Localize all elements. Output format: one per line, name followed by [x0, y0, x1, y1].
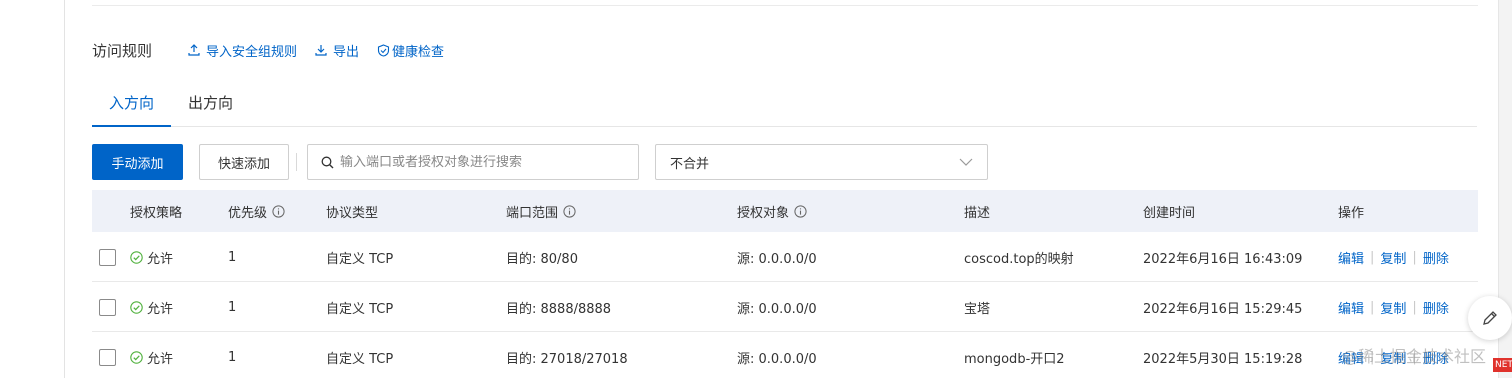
export-link[interactable]: 导出	[315, 41, 359, 60]
header-priority-label: 优先级	[228, 205, 268, 221]
header-target-label: 授权对象	[737, 205, 790, 221]
created-cell: 2022年6月16日 16:43:09	[1143, 251, 1303, 267]
rules-table: 授权策略 优先级 协议类型 端口范围 授权对象 描述 创建时间 操作 允许 1 …	[92, 190, 1478, 378]
port-cell: 目的: 8888/8888	[506, 301, 612, 317]
policy-text: 允许	[147, 351, 174, 367]
row-checkbox[interactable]	[99, 348, 116, 366]
import-rules-label: 导入安全组规则	[206, 44, 298, 60]
header-target: 授权对象	[737, 202, 807, 221]
header-protocol-label: 协议类型	[326, 205, 379, 221]
header-policy-label: 授权策略	[130, 205, 183, 221]
target-cell: 源: 0.0.0.0/0	[737, 301, 817, 317]
health-check-link[interactable]: 健康检查	[377, 41, 444, 60]
protocol-cell: 自定义 TCP	[326, 301, 394, 317]
merge-select[interactable]: 不合并	[655, 144, 988, 180]
protocol-cell: 自定义 TCP	[326, 251, 394, 267]
policy-text: 允许	[147, 301, 174, 317]
search-box[interactable]	[307, 144, 639, 180]
header-ops: 操作	[1338, 202, 1364, 221]
ops-cell: 编辑 | 复制 | 删除	[1338, 282, 1449, 332]
policy-cell: 允许	[130, 282, 173, 332]
edit-link[interactable]: 编辑	[1338, 298, 1364, 317]
header-port-label: 端口范围	[506, 205, 559, 221]
toolbar: 手动添加 快速添加 不合并	[92, 144, 988, 180]
ops-separator: |	[1370, 299, 1375, 315]
net-badge: NET	[1493, 358, 1512, 372]
created-cell: 2022年6月16日 15:29:45	[1143, 301, 1303, 317]
header-created-label: 创建时间	[1143, 205, 1196, 221]
chevron-down-icon	[959, 158, 973, 166]
header-created: 创建时间	[1143, 202, 1195, 221]
header-priority: 优先级	[228, 202, 285, 221]
ops-separator: |	[1412, 299, 1417, 315]
row-checkbox[interactable]	[99, 248, 116, 266]
shield-check-icon	[377, 43, 390, 57]
priority-cell: 1	[228, 249, 237, 265]
import-rules-link[interactable]: 导入安全组规则	[188, 41, 297, 60]
header-desc-label: 描述	[964, 205, 991, 221]
copy-link[interactable]: 复制	[1380, 298, 1406, 317]
floating-edit-button[interactable]	[1468, 296, 1512, 340]
priority-cell: 1	[228, 299, 237, 315]
header-ops-label: 操作	[1338, 205, 1365, 221]
health-check-label: 健康检查	[392, 44, 445, 60]
protocol-cell: 自定义 TCP	[326, 351, 394, 367]
ops-cell: 编辑 | 复制 | 删除	[1338, 232, 1449, 282]
ops-separator: |	[1370, 249, 1375, 265]
header-port: 端口范围	[506, 202, 576, 221]
manual-add-button[interactable]: 手动添加	[92, 144, 183, 180]
port-cell: 目的: 80/80	[506, 251, 578, 267]
tab-inbound[interactable]: 入方向	[92, 84, 172, 127]
section-header: 访问规则 导入安全组规则 导出 健康检查	[92, 38, 462, 62]
delete-link[interactable]: 删除	[1423, 298, 1449, 317]
desc-cell: mongodb-开口2	[964, 351, 1065, 367]
priority-cell: 1	[228, 349, 237, 365]
header-desc: 描述	[964, 202, 990, 221]
search-icon	[321, 156, 334, 168]
target-cell: 源: 0.0.0.0/0	[737, 251, 817, 267]
quick-add-button[interactable]: 快速添加	[199, 144, 289, 180]
download-icon	[315, 45, 327, 56]
created-cell: 2022年5月30日 15:19:28	[1143, 351, 1303, 367]
policy-cell: 允许	[130, 332, 173, 378]
page: 访问规则 导入安全组规则 导出 健康检查 入方向 出方向 手动添加 快速添加 不…	[0, 0, 1512, 378]
table-header: 授权策略 优先级 协议类型 端口范围 授权对象 描述 创建时间 操作	[92, 190, 1478, 232]
tab-outbound[interactable]: 出方向	[171, 84, 250, 126]
info-icon[interactable]	[563, 204, 576, 218]
policy-cell: 允许	[130, 232, 173, 282]
table-row: 允许 1 自定义 TCP 目的: 80/80 源: 0.0.0.0/0 cosc…	[92, 232, 1478, 282]
copy-link[interactable]: 复制	[1380, 248, 1406, 267]
desc-cell: 宝塔	[964, 301, 991, 317]
policy-text: 允许	[147, 251, 174, 267]
left-divider	[64, 0, 65, 378]
edit-link[interactable]: 编辑	[1338, 248, 1364, 267]
check-circle-icon	[130, 250, 143, 264]
ops-separator: |	[1412, 249, 1417, 265]
export-label: 导出	[333, 44, 360, 60]
top-divider	[92, 5, 1478, 6]
check-circle-icon	[130, 300, 143, 314]
desc-cell: coscod.top的映射	[964, 251, 1074, 267]
header-protocol: 协议类型	[326, 202, 378, 221]
section-title: 访问规则	[92, 41, 153, 60]
info-icon[interactable]	[794, 204, 807, 218]
merge-select-value: 不合并	[670, 156, 710, 172]
delete-link[interactable]: 删除	[1423, 248, 1449, 267]
port-cell: 目的: 27018/27018	[506, 351, 628, 367]
table-row: 允许 1 自定义 TCP 目的: 8888/8888 源: 0.0.0.0/0 …	[92, 282, 1478, 332]
check-circle-icon	[130, 350, 143, 364]
watermark: @稀土掘金技术社区	[1342, 347, 1487, 366]
edit-pen-icon	[1483, 311, 1497, 325]
target-cell: 源: 0.0.0.0/0	[737, 351, 817, 367]
table-row: 允许 1 自定义 TCP 目的: 27018/27018 源: 0.0.0.0/…	[92, 332, 1478, 378]
row-checkbox[interactable]	[99, 298, 116, 316]
search-input[interactable]	[340, 154, 620, 170]
toolbar-divider	[296, 153, 297, 171]
info-icon[interactable]	[272, 204, 285, 218]
header-policy: 授权策略	[130, 202, 182, 221]
upload-icon	[188, 44, 200, 56]
direction-tabs: 入方向 出方向	[92, 84, 1477, 127]
